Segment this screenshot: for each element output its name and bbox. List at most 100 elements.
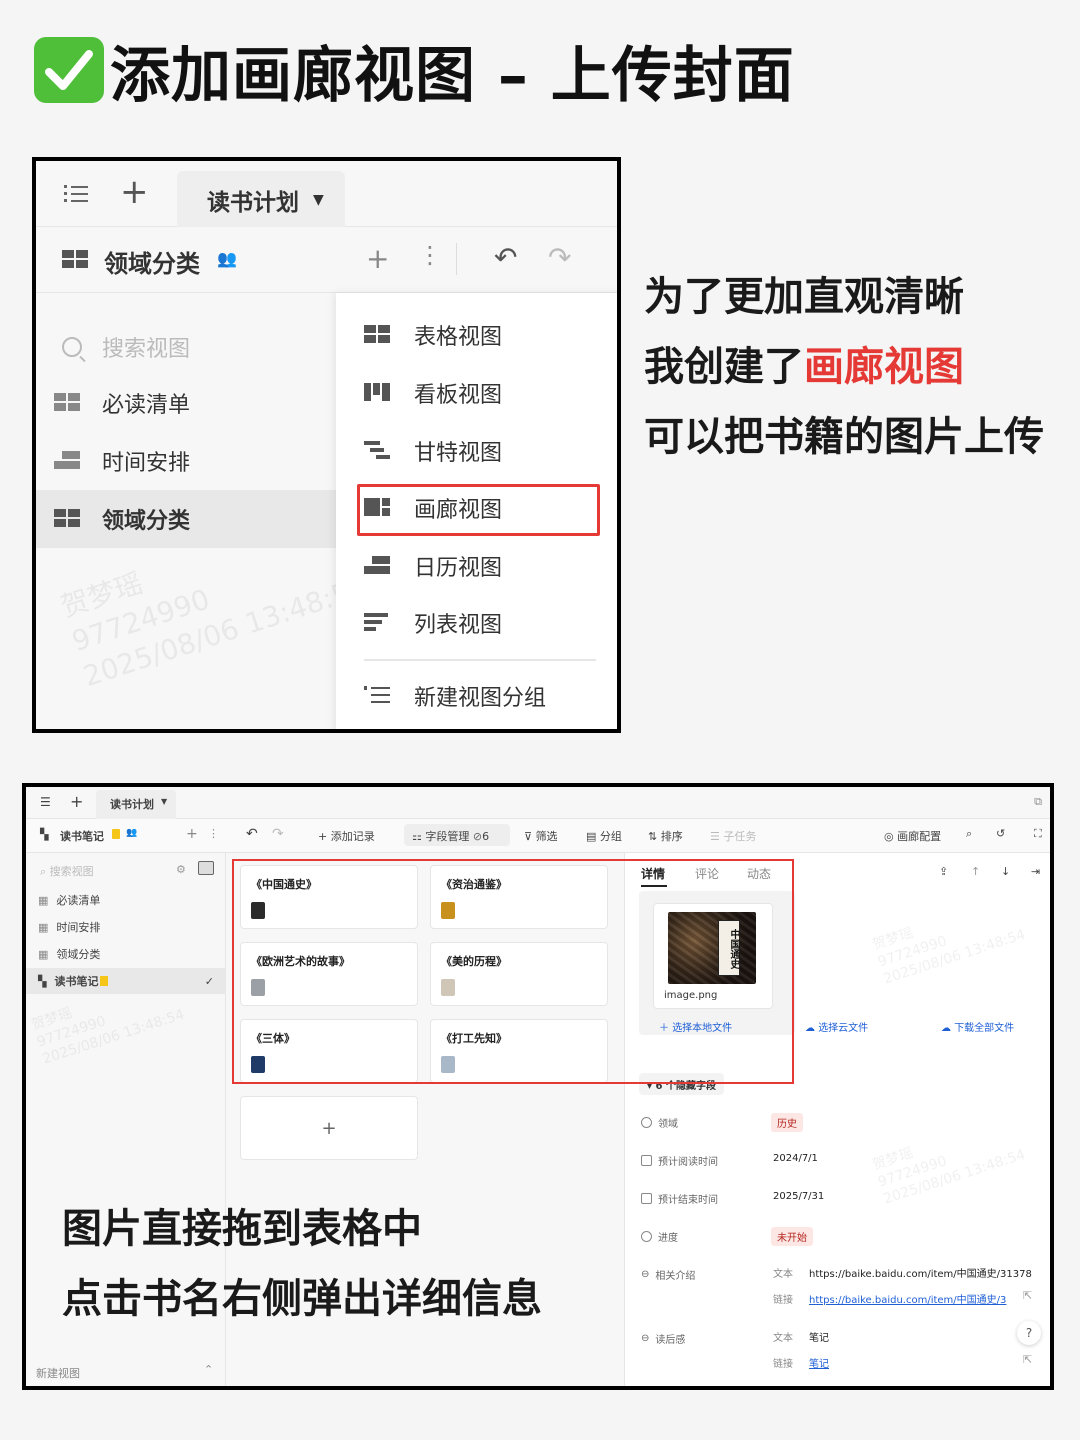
menu-item-new-view-group[interactable]: 新建视图分组 bbox=[364, 676, 546, 716]
intro-text-value[interactable]: https://baike.baidu.com/item/中国通史/31378 bbox=[809, 1265, 1032, 1280]
divider bbox=[456, 243, 457, 275]
list-icon[interactable]: ☰ bbox=[40, 795, 51, 809]
menu-item-list-view[interactable]: 列表视图 bbox=[364, 603, 502, 643]
review-link-value[interactable]: 笔记 bbox=[809, 1355, 829, 1370]
undo-icon[interactable]: ↶ bbox=[246, 826, 258, 842]
history-icon[interactable]: ↺ bbox=[996, 827, 1005, 840]
caret-down-icon[interactable]: ▼ bbox=[161, 797, 167, 806]
sidebar-item-domain[interactable]: ▦ 领域分类 bbox=[26, 941, 226, 967]
filter-button[interactable]: ⊽ 筛选 bbox=[524, 828, 558, 844]
select-cloud-file-button[interactable]: ☁ 选择云文件 bbox=[805, 1019, 868, 1034]
description-line2: 我创建了画廊视图 bbox=[644, 332, 1044, 402]
redo-icon[interactable]: ↷ bbox=[548, 241, 571, 274]
search-views[interactable]: ⌕ 搜索视图 bbox=[40, 863, 94, 879]
table-header: 领域分类 👥 + ⋮ ↶ ↷ bbox=[36, 227, 617, 293]
table-name: 领域分类 bbox=[104, 250, 200, 278]
field-label-text: 相关介绍 bbox=[655, 1271, 696, 1282]
link-icon: ⊖ bbox=[641, 1333, 650, 1344]
calendar-icon bbox=[641, 1155, 652, 1166]
sidebar-item-reading-notes[interactable]: ▚ 读书笔记 ✓ bbox=[26, 968, 226, 994]
fullscreen-icon[interactable]: ⛶ bbox=[1034, 827, 1042, 841]
external-link-icon[interactable]: ⇱ bbox=[1023, 1289, 1032, 1302]
group-button[interactable]: ▤ 分组 bbox=[586, 828, 622, 844]
menu-item-kanban-view[interactable]: 看板视图 bbox=[364, 373, 502, 413]
collapse-sidebar-icon[interactable] bbox=[198, 861, 214, 875]
caption-line1: 图片直接拖到表格中 bbox=[62, 1206, 422, 1252]
window-icon[interactable]: ⧉ bbox=[1034, 795, 1042, 809]
add-card-button[interactable]: + bbox=[240, 1096, 418, 1160]
tab-label: 读书计划 bbox=[207, 190, 299, 216]
sidebar-item-domain[interactable]: 领域分类 bbox=[36, 490, 336, 548]
search-icon[interactable]: ⌕ bbox=[966, 827, 972, 841]
start-date-value[interactable]: 2024/7/1 bbox=[773, 1153, 818, 1164]
kanban-view-icon bbox=[364, 383, 390, 403]
more-icon[interactable]: ⋮ bbox=[418, 241, 442, 269]
gallery-view-icon: ▚ bbox=[40, 828, 49, 841]
add-view-icon[interactable]: + bbox=[366, 242, 389, 275]
search-views[interactable]: 搜索视图 bbox=[62, 331, 190, 363]
settings-icon[interactable]: ⚙ bbox=[176, 863, 186, 876]
end-date-value[interactable]: 2025/7/31 bbox=[773, 1191, 824, 1202]
download-all-button[interactable]: ☁ 下载全部文件 bbox=[941, 1019, 1014, 1034]
field-label-text: 读后感 bbox=[655, 1335, 686, 1346]
add-view-icon[interactable]: + bbox=[186, 826, 198, 842]
field-label-text: 预计结束时间 bbox=[658, 1195, 718, 1206]
menu-item-gantt-view[interactable]: 甘特视图 bbox=[364, 431, 502, 471]
search-placeholder: 搜索视图 bbox=[102, 337, 191, 362]
field-label-text: 进度 bbox=[658, 1233, 678, 1244]
select-field-icon bbox=[641, 1117, 652, 1128]
close-panel-icon[interactable]: ⇥ bbox=[1031, 865, 1040, 878]
sidebar-item-label: 领域分类 bbox=[56, 948, 101, 961]
progress-tag[interactable]: 未开始 bbox=[771, 1227, 813, 1246]
add-tab-icon[interactable]: + bbox=[70, 792, 83, 811]
redo-icon[interactable]: ↷ bbox=[272, 826, 284, 842]
menu-item-table-view[interactable]: 表格视图 bbox=[364, 315, 502, 355]
tab-reading-plan[interactable]: 读书计划 ▼ bbox=[177, 171, 345, 229]
watermark: 贺梦瑶 97724990 2025/08/06 13:48:54 bbox=[870, 925, 1028, 988]
sort-label: 排序 bbox=[660, 830, 683, 843]
people-icon: 👥 bbox=[126, 828, 138, 838]
filter-label: 筛选 bbox=[535, 830, 558, 843]
arrow-down-icon[interactable]: ↓ bbox=[1001, 865, 1010, 878]
more-icon[interactable]: ⋮ bbox=[208, 827, 219, 840]
menu-item-label: 日历视图 bbox=[414, 556, 503, 581]
menu-item-calendar-view[interactable]: 日历视图 bbox=[364, 546, 502, 586]
highlight-gallery-view bbox=[357, 484, 600, 536]
sidebar-item-must-read[interactable]: ▦ 必读清单 bbox=[26, 887, 226, 913]
sidebar-item-label: 读书笔记 bbox=[54, 975, 99, 988]
share-icon[interactable]: ⇪ bbox=[939, 865, 948, 878]
chevron-up-icon[interactable]: ⌃ bbox=[204, 1363, 213, 1376]
sidebar-item-label: 时间安排 bbox=[102, 451, 191, 476]
field-label-text: 预计阅读时间 bbox=[658, 1157, 718, 1168]
add-tab-icon[interactable]: + bbox=[120, 175, 149, 209]
field-manage-text: 字段管理 bbox=[425, 830, 470, 843]
arrow-up-icon[interactable]: ↑ bbox=[971, 865, 980, 878]
gallery-config-button[interactable]: ◎ 画廊配置 bbox=[884, 828, 941, 844]
add-record-button[interactable]: + 添加记录 bbox=[318, 828, 375, 844]
sort-button[interactable]: ⇅ 排序 bbox=[648, 828, 683, 844]
list-icon[interactable] bbox=[64, 183, 88, 205]
check-mark-icon bbox=[34, 37, 104, 103]
review-text-value[interactable]: 笔记 bbox=[809, 1329, 829, 1344]
subtask-button[interactable]: ☰ 子任务 bbox=[710, 828, 756, 844]
intro-link-value[interactable]: https://baike.baidu.com/item/中国通史/3 bbox=[809, 1291, 1006, 1306]
description: 为了更加直观清晰 我创建了画廊视图 可以把书籍的图片上传 bbox=[644, 262, 1044, 472]
sidebar-item-schedule[interactable]: 时间安排 bbox=[36, 432, 336, 490]
select-field-icon bbox=[641, 1231, 652, 1242]
help-icon[interactable]: ? bbox=[1017, 1321, 1041, 1345]
new-view-button[interactable]: 新建视图 bbox=[36, 1365, 80, 1381]
description-line1: 为了更加直观清晰 bbox=[644, 274, 964, 320]
sidebar-item-label: 必读清单 bbox=[56, 894, 101, 907]
add-record-label: 添加记录 bbox=[330, 830, 375, 843]
caret-down-icon[interactable]: ▼ bbox=[313, 192, 324, 208]
external-link-icon[interactable]: ⇱ bbox=[1023, 1353, 1032, 1366]
sidebar-item-schedule[interactable]: ▦ 时间安排 bbox=[26, 914, 226, 940]
sidebar-item-must-read[interactable]: 必读清单 bbox=[36, 374, 336, 432]
domain-tag[interactable]: 历史 bbox=[771, 1113, 803, 1132]
download-all-label: 下载全部文件 bbox=[954, 1023, 1015, 1034]
field-domain-label: 领域 bbox=[641, 1115, 678, 1130]
hidden-count: 6 bbox=[482, 830, 490, 843]
description-line2-prefix: 我创建了 bbox=[644, 344, 804, 390]
undo-icon[interactable]: ↶ bbox=[494, 241, 517, 274]
toolbar: ▚ 读书笔记 👥 + ⋮ ↶ ↷ + 添加记录 ⚏ 字段管理 ⊘6 ⊽ 筛选 ▤… bbox=[26, 819, 1050, 853]
